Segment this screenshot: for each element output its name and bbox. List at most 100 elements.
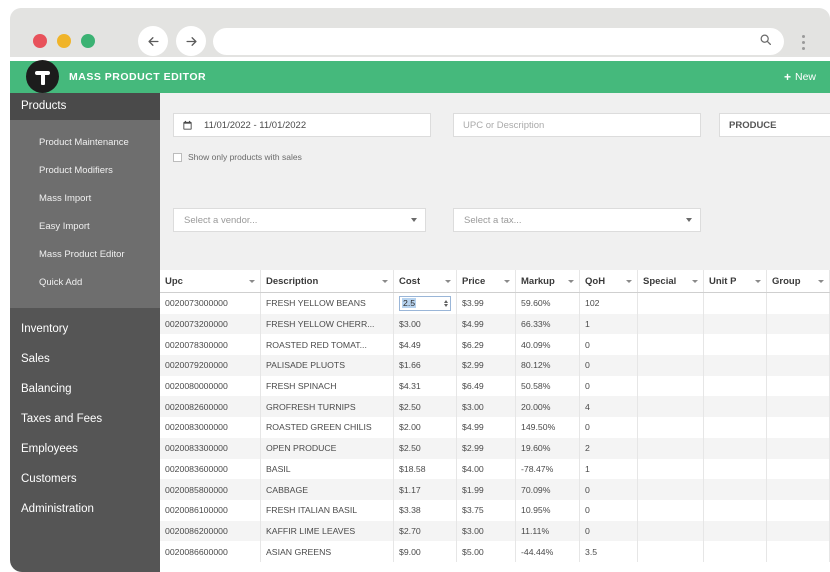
cell-description[interactable]: FRESH YELLOW CHERR... — [260, 313, 394, 335]
cell-description[interactable]: OPEN PRODUCE — [260, 437, 394, 459]
sidebar-item-inventory[interactable]: Inventory — [10, 314, 160, 344]
cell-unit-price[interactable] — [703, 437, 767, 459]
cell-price[interactable]: $6.29 — [456, 334, 516, 356]
cell-unit-price[interactable] — [703, 355, 767, 376]
cell-upc[interactable]: 0020079200000 — [160, 355, 261, 376]
cell-unit-price[interactable] — [703, 334, 767, 356]
sidebar-item-customers[interactable]: Customers — [10, 464, 160, 494]
cell-markup[interactable]: 59.60% — [515, 292, 580, 314]
sort-icon[interactable] — [568, 279, 574, 283]
cell-qoh[interactable]: 3.5 — [579, 541, 638, 562]
cell-group[interactable] — [766, 355, 830, 376]
sidebar-item-sales[interactable]: Sales — [10, 344, 160, 374]
cell-cost[interactable]: $3.38 — [393, 499, 457, 521]
cell-unit-price[interactable] — [703, 396, 767, 418]
cell-group[interactable] — [766, 437, 830, 459]
stepper-up-icon[interactable] — [444, 299, 448, 303]
cell-price[interactable]: $2.99 — [456, 355, 516, 376]
cell-unit-price[interactable] — [703, 292, 767, 314]
show-only-products-with-sales-checkbox[interactable] — [173, 152, 182, 162]
cell-group[interactable] — [766, 292, 830, 314]
kebab-menu-icon[interactable] — [796, 28, 810, 56]
cell-upc[interactable]: 0020073000000 — [160, 292, 261, 314]
cell-markup[interactable]: -44.44% — [515, 541, 580, 562]
cell-group[interactable] — [766, 541, 830, 562]
cell-special[interactable] — [637, 313, 704, 335]
cell-qoh[interactable]: 0 — [579, 334, 638, 356]
cell-upc[interactable]: 0020082600000 — [160, 396, 261, 418]
maximize-window-button[interactable] — [81, 34, 95, 48]
table-row[interactable]: 0020073200000 FRESH YELLOW CHERR... $3.00 $… — [160, 313, 830, 335]
cell-unit-price[interactable] — [703, 313, 767, 335]
add-new-button[interactable]: + New — [784, 61, 816, 93]
cell-price[interactable]: $1.99 — [456, 479, 516, 500]
sort-icon[interactable] — [504, 279, 510, 283]
cell-unit-price[interactable] — [703, 479, 767, 500]
cell-description[interactable]: FRESH YELLOW BEANS — [260, 292, 394, 314]
cell-markup[interactable]: 40.09% — [515, 334, 580, 356]
cell-group[interactable] — [766, 417, 830, 438]
table-row[interactable]: 0020086100000 FRESH ITALIAN BASIL $3.38 $3.… — [160, 499, 830, 521]
table-row[interactable]: 0020086200000 KAFFIR LIME LEAVES $2.70 $3.0… — [160, 520, 830, 542]
cell-qoh[interactable]: 4 — [579, 396, 638, 418]
cell-price[interactable]: $3.75 — [456, 499, 516, 521]
cell-special[interactable] — [637, 375, 704, 397]
cell-upc[interactable]: 0020086100000 — [160, 499, 261, 521]
cell-price[interactable]: $3.99 — [456, 292, 516, 314]
cell-cost[interactable]: $3.00 — [393, 313, 457, 335]
cell-cost[interactable]: $2.70 — [393, 520, 457, 542]
show-only-products-with-sales-row[interactable]: Show only products with sales — [173, 152, 302, 162]
cell-markup[interactable]: 50.58% — [515, 375, 580, 397]
cell-upc[interactable]: 0020083000000 — [160, 417, 261, 438]
column-header-price[interactable]: Price — [456, 270, 516, 293]
cell-upc[interactable]: 0020083600000 — [160, 458, 261, 480]
cell-price[interactable]: $5.00 — [456, 541, 516, 562]
cell-cost[interactable]: $9.00 — [393, 541, 457, 562]
cell-unit-price[interactable] — [703, 375, 767, 397]
upc-search-input[interactable]: UPC or Description — [453, 113, 701, 137]
address-bar[interactable] — [213, 28, 784, 55]
cell-upc[interactable]: 0020086200000 — [160, 520, 261, 542]
column-header-special[interactable]: Special — [637, 270, 704, 293]
cell-cost[interactable]: $2.00 — [393, 417, 457, 438]
column-header-cost[interactable]: Cost — [393, 270, 457, 293]
cell-group[interactable] — [766, 499, 830, 521]
cell-description[interactable]: FRESH ITALIAN BASIL — [260, 499, 394, 521]
search-icon[interactable] — [759, 33, 772, 51]
cell-markup[interactable]: 10.95% — [515, 499, 580, 521]
cell-special[interactable] — [637, 355, 704, 376]
cell-qoh[interactable]: 102 — [579, 292, 638, 314]
cell-description[interactable]: GROFRESH TURNIPS — [260, 396, 394, 418]
table-row[interactable]: 0020085800000 CABBAGE $1.17 $1.99 70.09% 0 — [160, 479, 830, 500]
cell-special[interactable] — [637, 334, 704, 356]
table-row[interactable]: 0020083000000 ROASTED GREEN CHILIS $2.00 $4… — [160, 417, 830, 438]
cell-description[interactable]: BASIL — [260, 458, 394, 480]
sidebar-item-administration[interactable]: Administration — [10, 494, 160, 524]
cell-special[interactable] — [637, 458, 704, 480]
sort-icon[interactable] — [382, 279, 388, 283]
cell-special[interactable] — [637, 417, 704, 438]
cell-description[interactable]: ASIAN GREENS — [260, 541, 394, 562]
cell-cost[interactable]: $2.50 — [393, 437, 457, 459]
close-window-button[interactable] — [33, 34, 47, 48]
sort-icon[interactable] — [755, 279, 761, 283]
number-stepper[interactable] — [444, 299, 449, 307]
column-header-group[interactable]: Group — [766, 270, 830, 293]
sidebar-item-employees[interactable]: Employees — [10, 434, 160, 464]
cell-price[interactable]: $6.49 — [456, 375, 516, 397]
cell-markup[interactable]: 19.60% — [515, 437, 580, 459]
cell-cost[interactable]: $1.17 — [393, 479, 457, 500]
cell-group[interactable] — [766, 375, 830, 397]
cell-markup[interactable]: -78.47% — [515, 458, 580, 480]
table-row[interactable]: 0020079200000 PALISADE PLUOTS $1.66 $2.99 80… — [160, 355, 830, 376]
cell-markup[interactable]: 70.09% — [515, 479, 580, 500]
cell-unit-price[interactable] — [703, 417, 767, 438]
sidebar-item-easy-import[interactable]: Easy Import — [10, 213, 160, 241]
cell-price[interactable]: $4.99 — [456, 313, 516, 335]
cell-special[interactable] — [637, 292, 704, 314]
sidebar-item-balancing[interactable]: Balancing — [10, 374, 160, 404]
cell-qoh[interactable]: 0 — [579, 479, 638, 500]
cell-description[interactable]: FRESH SPINACH — [260, 375, 394, 397]
forward-button[interactable] — [176, 26, 206, 56]
stepper-down-icon[interactable] — [444, 303, 448, 307]
